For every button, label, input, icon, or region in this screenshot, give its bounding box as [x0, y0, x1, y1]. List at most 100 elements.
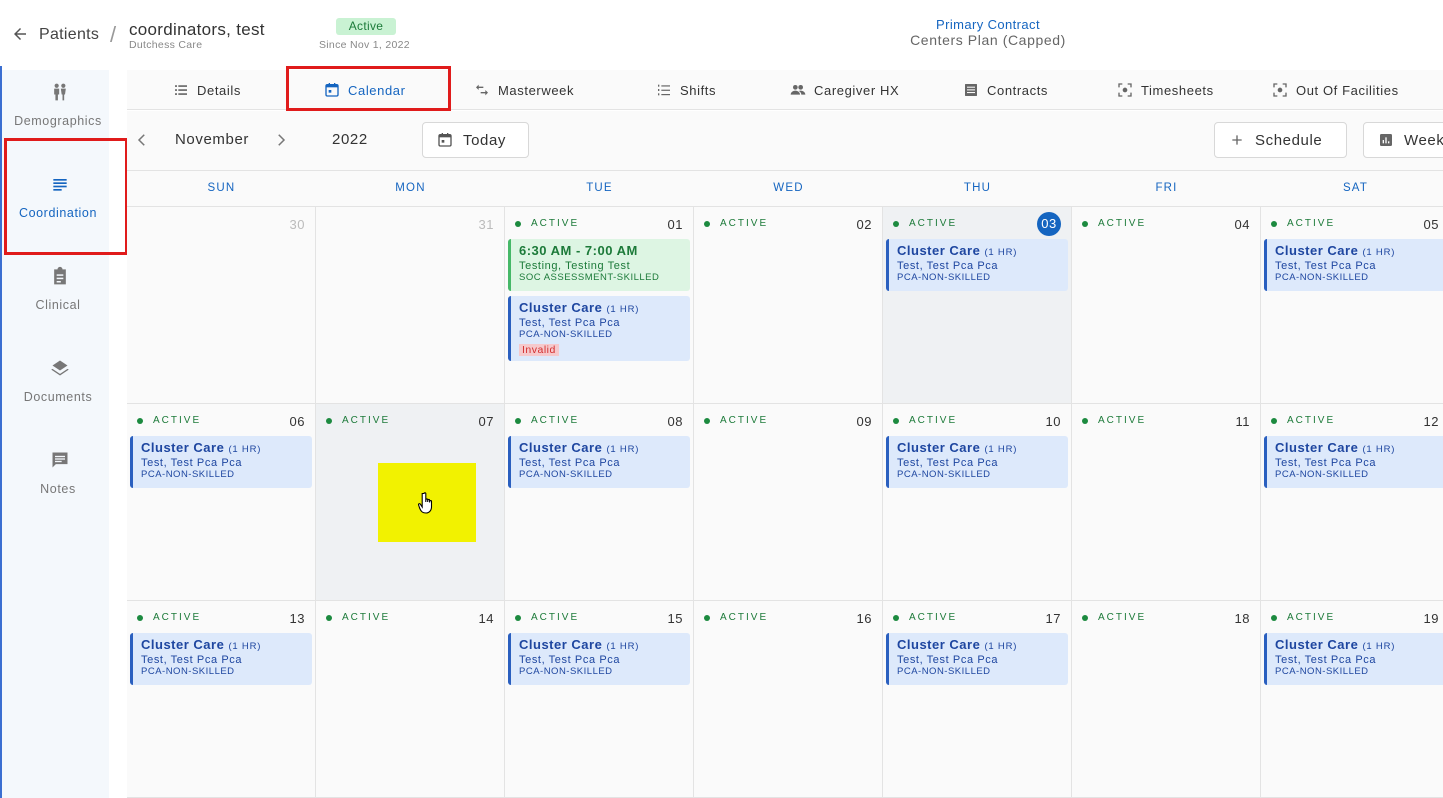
month-label: November	[175, 131, 249, 148]
calendar-day-cell[interactable]: ACTIVE 14	[316, 601, 505, 798]
day-number[interactable]: 15	[668, 611, 683, 626]
calendar-day-cell[interactable]: ACTIVE 10 Cluster Care (1 HR) Test, Test Pc…	[883, 404, 1072, 601]
status-dot-icon	[893, 614, 899, 621]
day-number[interactable]: 08	[668, 414, 683, 429]
tab-label: Shifts	[680, 82, 717, 98]
tab-masterweek[interactable]: Masterweek	[474, 70, 574, 110]
day-number[interactable]: 01	[668, 217, 683, 232]
chevron-left-icon[interactable]	[133, 131, 151, 149]
event-title-text: Cluster Care	[897, 243, 981, 258]
calendar-day-cell[interactable]: 31	[316, 207, 505, 404]
today-day-number[interactable]: 03	[1037, 212, 1061, 236]
weekday-label: SAT	[1342, 182, 1369, 194]
day-number[interactable]: 18	[1235, 611, 1250, 626]
calendar-day-cell[interactable]: ACTIVE 05 Cluster Care (1 HR) Test, Test Pc…	[1261, 207, 1443, 404]
calendar-day-cell[interactable]: ACTIVE 04	[1072, 207, 1261, 404]
day-number[interactable]: 31	[479, 217, 494, 232]
primary-contract-value: Centers Plan (Capped)	[910, 32, 1066, 48]
event-title: Cluster Care (1 HR)	[897, 440, 1060, 455]
day-number[interactable]: 04	[1235, 217, 1250, 232]
event-duration: (1 HR)	[984, 247, 1018, 258]
status-badge: Active	[336, 18, 396, 35]
schedule-button[interactable]: Schedule	[1214, 122, 1347, 158]
calendar-event[interactable]: Cluster Care (1 HR) Test, Test Pca Pca PCA…	[508, 296, 690, 361]
tab-label: Details	[197, 82, 241, 98]
day-number[interactable]: 30	[290, 217, 305, 232]
day-number[interactable]: 17	[1046, 611, 1061, 626]
today-button[interactable]: Today	[422, 122, 529, 158]
day-number[interactable]: 19	[1424, 611, 1439, 626]
tab-timesheets[interactable]: Timesheets	[1117, 70, 1214, 110]
day-number[interactable]: 05	[1424, 217, 1439, 232]
event-duration: (1 HR)	[228, 444, 262, 455]
calendar-event[interactable]: Cluster Care (1 HR) Test, Test Pca Pca PCA…	[1264, 436, 1443, 488]
tab-shifts[interactable]: Shifts	[656, 70, 716, 110]
tab-contracts[interactable]: Contracts	[963, 70, 1048, 110]
calendar-event[interactable]: Cluster Care (1 HR) Test, Test Pca Pca PCA…	[1264, 633, 1443, 685]
day-number[interactable]: 10	[1046, 414, 1061, 429]
calendar-day-cell[interactable]: ACTIVE 12 Cluster Care (1 HR) Test, Test Pc…	[1261, 404, 1443, 601]
day-number[interactable]: 06	[290, 414, 305, 429]
sidebar-item-label: Notes	[40, 482, 76, 496]
calendar-day-cell[interactable]: ACTIVE 16	[694, 601, 883, 798]
day-status-label: ACTIVE	[1098, 415, 1147, 426]
event-service-type: PCA-NON-SKILLED	[1275, 469, 1369, 480]
day-number[interactable]: 09	[857, 414, 872, 429]
calendar-event[interactable]: Cluster Care (1 HR) Test, Test Pca Pca PCA…	[886, 436, 1068, 488]
month-calendar: SUN MON TUE WED THU FRI SAT 30 31 ACTIVE 01 6:30 A…	[127, 171, 1443, 798]
calendar-day-cell[interactable]: ACTIVE 11	[1072, 404, 1261, 601]
event-caregiver-name: Test, Test Pca Pca	[1275, 654, 1377, 666]
day-number[interactable]: 07	[479, 414, 494, 429]
primary-contract-label[interactable]: Primary Contract	[880, 17, 1096, 32]
chevron-right-icon[interactable]	[272, 131, 290, 149]
layers-icon	[51, 360, 69, 376]
day-status: ACTIVE	[893, 415, 957, 426]
day-status-label: ACTIVE	[720, 612, 769, 623]
day-number[interactable]: 11	[1236, 414, 1251, 429]
status-dot-icon	[893, 220, 899, 227]
calendar-day-cell[interactable]: 30	[127, 207, 316, 404]
calendar-day-cell[interactable]: ACTIVE 01 6:30 AM - 7:00 AM Testing, Testin…	[505, 207, 694, 404]
sidebar-item-documents[interactable]: Documents	[2, 346, 114, 438]
day-status: ACTIVE	[1082, 415, 1146, 426]
event-title-text: Cluster Care	[141, 637, 225, 652]
day-status-label: ACTIVE	[1287, 415, 1336, 426]
calendar-day-cell[interactable]: ACTIVE 06 Cluster Care (1 HR) Test, Test Pc…	[127, 404, 316, 601]
week-view-button[interactable]: Week	[1363, 122, 1443, 158]
day-number[interactable]: 16	[857, 611, 872, 626]
calendar-event[interactable]: Cluster Care (1 HR) Test, Test Pca Pca PCA…	[130, 436, 312, 488]
calendar-day-cell[interactable]: ACTIVE 02	[694, 207, 883, 404]
day-status-label: ACTIVE	[1287, 612, 1336, 623]
day-number[interactable]: 13	[290, 611, 305, 626]
calendar-day-cell[interactable]: ACTIVE 09	[694, 404, 883, 601]
list-icon	[175, 85, 187, 95]
day-number[interactable]: 12	[1424, 414, 1439, 429]
tab-out-of-facilities[interactable]: Out Of Facilities	[1272, 70, 1399, 110]
calendar-day-cell[interactable]: ACTIVE 18	[1072, 601, 1261, 798]
calendar-event[interactable]: Cluster Care (1 HR) Test, Test Pca Pca PCA…	[508, 633, 690, 685]
calendar-day-cell[interactable]: ACTIVE 08 Cluster Care (1 HR) Test, Test Pc…	[505, 404, 694, 601]
sidebar-item-clinical[interactable]: Clinical	[2, 254, 114, 346]
event-duration: (1 HR)	[606, 304, 640, 315]
calendar-event[interactable]: Cluster Care (1 HR) Test, Test Pca Pca PCA…	[508, 436, 690, 488]
status-dot-icon	[1271, 417, 1277, 424]
calendar-event[interactable]: Cluster Care (1 HR) Test, Test Pca Pca PCA…	[130, 633, 312, 685]
day-status-label: ACTIVE	[342, 612, 391, 623]
calendar-event[interactable]: 6:30 AM - 7:00 AM Testing, Testing Test SO…	[508, 239, 690, 291]
arrow-left-icon[interactable]	[11, 25, 29, 43]
event-title-text: Cluster Care	[1275, 440, 1359, 455]
sidebar-item-notes[interactable]: Notes	[2, 438, 114, 530]
day-number[interactable]: 14	[479, 611, 494, 626]
calendar-event[interactable]: Cluster Care (1 HR) Test, Test Pca Pca PCA…	[886, 239, 1068, 291]
calendar-event[interactable]: Cluster Care (1 HR) Test, Test Pca Pca PCA…	[886, 633, 1068, 685]
calendar-event[interactable]: Cluster Care (1 HR) Test, Test Pca Pca PCA…	[1264, 239, 1443, 291]
tab-caregiver-hx[interactable]: Caregiver HX	[790, 70, 899, 110]
breadcrumb-patients[interactable]: Patients	[39, 26, 99, 44]
calendar-day-cell[interactable]: ACTIVE 03 Cluster Care (1 HR) Test, Test Pc…	[883, 207, 1072, 404]
tab-details[interactable]: Details	[173, 70, 241, 110]
calendar-day-cell[interactable]: ACTIVE 17 Cluster Care (1 HR) Test, Test Pc…	[883, 601, 1072, 798]
calendar-day-cell[interactable]: ACTIVE 15 Cluster Care (1 HR) Test, Test Pc…	[505, 601, 694, 798]
day-number[interactable]: 02	[857, 217, 872, 232]
calendar-day-cell[interactable]: ACTIVE 19 Cluster Care (1 HR) Test, Test Pc…	[1261, 601, 1443, 798]
calendar-day-cell[interactable]: ACTIVE 13 Cluster Care (1 HR) Test, Test Pc…	[127, 601, 316, 798]
